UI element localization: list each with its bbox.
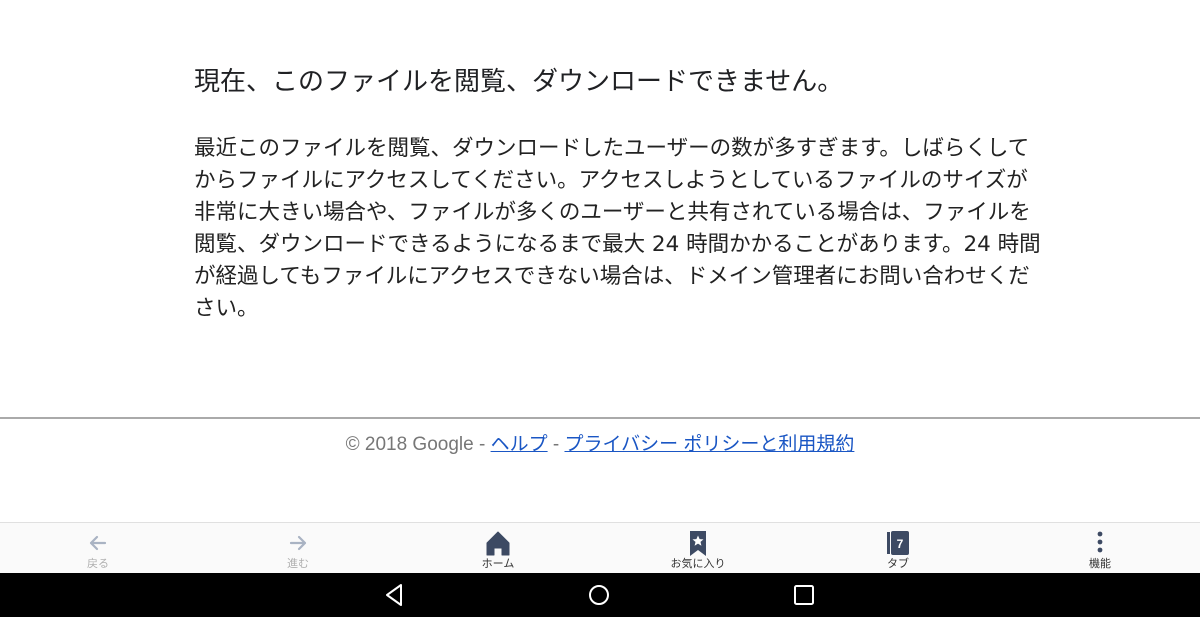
home-label: ホーム [481,557,515,570]
footer-divider [0,417,1200,419]
error-content: 現在、このファイルを閲覧、ダウンロードできません。 最近このファイルを閲覧、ダウ… [194,62,1044,325]
page-footer: © 2018 Google - ヘルプ - プライバシー ポリシーと利用規約 [0,431,1200,459]
bookmarks-label: お気に入り [670,557,726,570]
copyright-text: © 2018 Google [345,434,474,455]
help-link[interactable]: ヘルプ [491,434,548,455]
back-button[interactable]: 戻る [38,523,158,573]
error-heading: 現在、このファイルを閲覧、ダウンロードできません。 [194,67,844,97]
menu-label: 機能 [1089,557,1111,570]
footer-separator: - [473,434,491,455]
forward-button[interactable]: 進む [238,523,358,573]
forward-label: 進む [287,557,309,570]
bookmarks-button[interactable]: お気に入り [638,523,758,573]
tab-count: 7 [897,537,904,551]
tabs-label: タブ [887,557,909,570]
browser-toolbar: 戻る 進む ホーム お気に入り 7 タブ 機能 [0,522,1200,573]
circle-home-icon[interactable] [584,580,614,610]
triangle-back-icon[interactable] [379,580,409,610]
arrow-left-icon [89,535,107,551]
error-message: 最近このファイルを閲覧、ダウンロードしたユーザーの数が多すぎます。しばらくしてか… [194,136,1041,321]
home-button[interactable]: ホーム [438,523,558,573]
back-label: 戻る [87,557,109,570]
tabs-icon: 7 [887,531,909,555]
privacy-terms-link[interactable]: プライバシー ポリシーと利用規約 [564,434,854,455]
more-vert-icon [1097,531,1103,553]
square-recents-icon[interactable] [789,580,819,610]
menu-button[interactable]: 機能 [1040,523,1160,573]
footer-separator: - [547,434,565,455]
tabs-button[interactable]: 7 タブ [838,523,958,573]
arrow-right-icon [289,535,307,551]
home-icon [486,531,510,556]
browser-page: 現在、このファイルを閲覧、ダウンロードできません。 最近このファイルを閲覧、ダウ… [0,0,1200,617]
system-navigation-bar [0,573,1200,617]
bookmark-star-icon [690,531,706,556]
